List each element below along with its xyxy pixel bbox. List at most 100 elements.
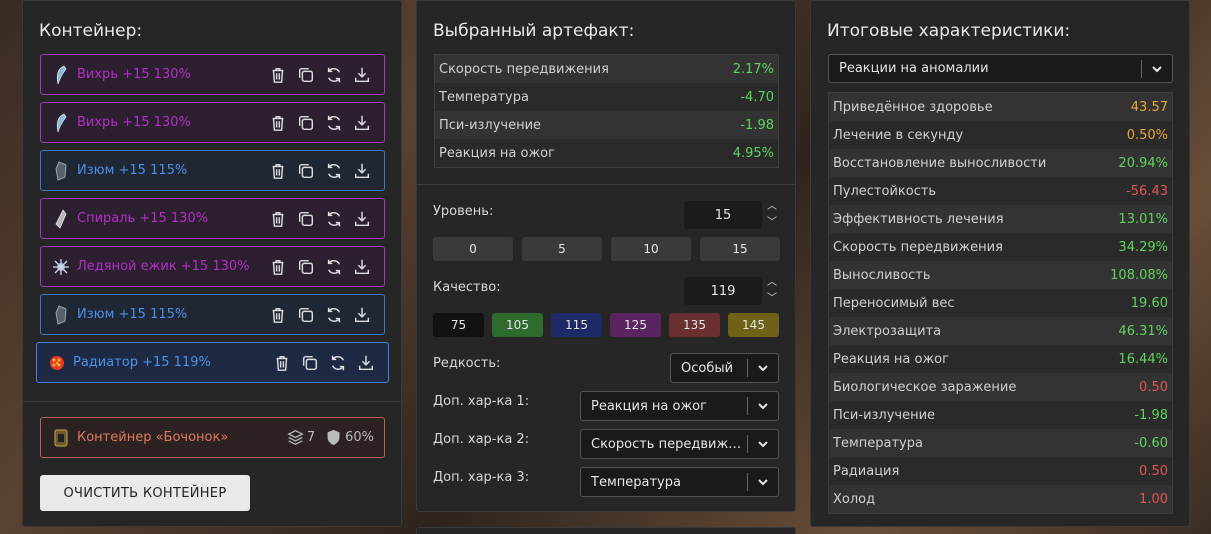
container-panel-title: Контейнер:: [39, 21, 143, 41]
divider: [23, 401, 401, 402]
swap-button[interactable]: [324, 209, 344, 229]
copy-button[interactable]: [296, 257, 316, 277]
stat-row: Реакция на ожог 16.44%: [829, 345, 1172, 373]
container-item-label: Вихрь +15 130%: [77, 115, 191, 130]
swap-button[interactable]: [324, 161, 344, 181]
item-actions: [272, 353, 376, 373]
quality-preset-button[interactable]: 115: [551, 313, 602, 337]
swap-button[interactable]: [328, 353, 348, 373]
clear-container-button[interactable]: ОЧИСТИТЬ КОНТЕЙНЕР: [40, 475, 250, 511]
container-item[interactable]: Радиатор +15 119%: [36, 342, 389, 383]
delete-button[interactable]: [268, 305, 288, 325]
quality-preset-button[interactable]: 145: [728, 313, 779, 337]
chevron-up-icon[interactable]: ︿: [767, 277, 777, 289]
swap-button[interactable]: [324, 65, 344, 85]
stat-value: 4.95%: [732, 145, 774, 161]
copy-button[interactable]: [296, 65, 316, 85]
download-button[interactable]: [356, 353, 376, 373]
swap-button[interactable]: [324, 113, 344, 133]
izum-artifact-icon: [51, 304, 71, 326]
level-preset-button[interactable]: 5: [522, 237, 602, 261]
stat-value: -1.98: [740, 117, 774, 133]
extra3-select[interactable]: Температура: [580, 467, 779, 497]
copy-button[interactable]: [296, 113, 316, 133]
container-item-label: Спираль +15 130%: [77, 211, 209, 226]
container-item-label: Вихрь +15 130%: [77, 67, 191, 82]
container-item[interactable]: Вихрь +15 130%: [40, 102, 385, 143]
summary-filter-select[interactable]: Реакции на аномалии: [828, 54, 1173, 83]
trash-icon: [269, 66, 287, 84]
quality-preset-button[interactable]: 135: [669, 313, 720, 337]
item-actions: [268, 113, 372, 133]
swap-button[interactable]: [324, 257, 344, 277]
copy-button[interactable]: [296, 161, 316, 181]
level-label: Уровень:: [433, 204, 494, 219]
item-actions: [268, 65, 372, 85]
download-button[interactable]: [352, 161, 372, 181]
quality-input[interactable]: 119: [684, 277, 762, 305]
chevron-down-icon[interactable]: ﹀: [767, 217, 777, 229]
level-preset-button[interactable]: 0: [433, 237, 513, 261]
copy-button[interactable]: [300, 353, 320, 373]
stat-value: -1.98: [1134, 407, 1168, 423]
copy-button[interactable]: [296, 209, 316, 229]
chevron-down-icon[interactable]: ﹀: [767, 293, 777, 305]
stat-row: Выносливость 108.08%: [829, 261, 1172, 289]
download-button[interactable]: [352, 305, 372, 325]
download-button[interactable]: [352, 209, 372, 229]
level-preset-button[interactable]: 10: [611, 237, 691, 261]
container-selector[interactable]: Контейнер «Бочонок» 7 60%: [40, 417, 385, 458]
download-icon: [353, 66, 371, 84]
trash-icon: [269, 306, 287, 324]
quality-preset-button[interactable]: 75: [433, 313, 484, 337]
extra1-select[interactable]: Реакция на ожог: [580, 391, 779, 421]
container-item-label: Изюм +15 115%: [77, 307, 188, 322]
stat-value: -56.43: [1126, 183, 1168, 199]
level-stepper[interactable]: ︿ ﹀: [766, 201, 778, 229]
container-item[interactable]: Изюм +15 115%: [40, 294, 385, 335]
stat-value: -4.70: [740, 89, 774, 105]
container-item[interactable]: Вихрь +15 130%: [40, 54, 385, 95]
trash-icon: [273, 354, 291, 372]
chevron-down-icon: [1142, 62, 1172, 76]
stat-name: Приведённое здоровье: [833, 99, 993, 115]
chevron-up-icon[interactable]: ︿: [767, 201, 777, 213]
delete-button[interactable]: [268, 113, 288, 133]
download-icon: [353, 210, 371, 228]
quality-stepper[interactable]: ︿ ﹀: [766, 277, 778, 305]
extra2-select[interactable]: Скорость передвижения: [580, 429, 779, 459]
swap-button[interactable]: [324, 305, 344, 325]
delete-button[interactable]: [268, 209, 288, 229]
delete-button[interactable]: [268, 65, 288, 85]
delete-button[interactable]: [272, 353, 292, 373]
level-preset-button[interactable]: 15: [700, 237, 780, 261]
download-button[interactable]: [352, 257, 372, 277]
container-item[interactable]: Изюм +15 115%: [40, 150, 385, 191]
level-input[interactable]: 15: [684, 201, 762, 229]
summary-panel-title: Итоговые характеристики:: [827, 21, 1071, 41]
container-item[interactable]: Ледяной ежик +15 130%: [40, 246, 385, 287]
rarity-select[interactable]: Особый: [670, 353, 779, 383]
container-item[interactable]: Спираль +15 130%: [40, 198, 385, 239]
container-slots: 7: [287, 429, 315, 446]
stat-row: Восстановление выносливости 20.94%: [829, 149, 1172, 177]
delete-button[interactable]: [268, 161, 288, 181]
copy-button[interactable]: [296, 305, 316, 325]
download-button[interactable]: [352, 65, 372, 85]
stat-value: 16.44%: [1118, 351, 1168, 367]
extra2-label: Доп. хар-ка 2:: [433, 432, 530, 447]
trash-icon: [269, 258, 287, 276]
summary-panel: Итоговые характеристики: Реакции на аном…: [810, 0, 1190, 527]
download-button[interactable]: [352, 113, 372, 133]
container-protection: 60%: [325, 429, 374, 446]
stat-name: Электрозащита: [833, 323, 942, 339]
quality-preset-button[interactable]: 125: [610, 313, 661, 337]
stat-name: Реакция на ожог: [833, 351, 949, 367]
chevron-down-icon: [748, 475, 778, 489]
trash-icon: [269, 210, 287, 228]
quality-preset-button[interactable]: 105: [492, 313, 543, 337]
stat-name: Скорость передвижения: [833, 239, 1003, 255]
delete-button[interactable]: [268, 257, 288, 277]
stat-row: Температура -4.70: [435, 83, 778, 111]
stat-name: Скорость передвижения: [439, 61, 609, 77]
